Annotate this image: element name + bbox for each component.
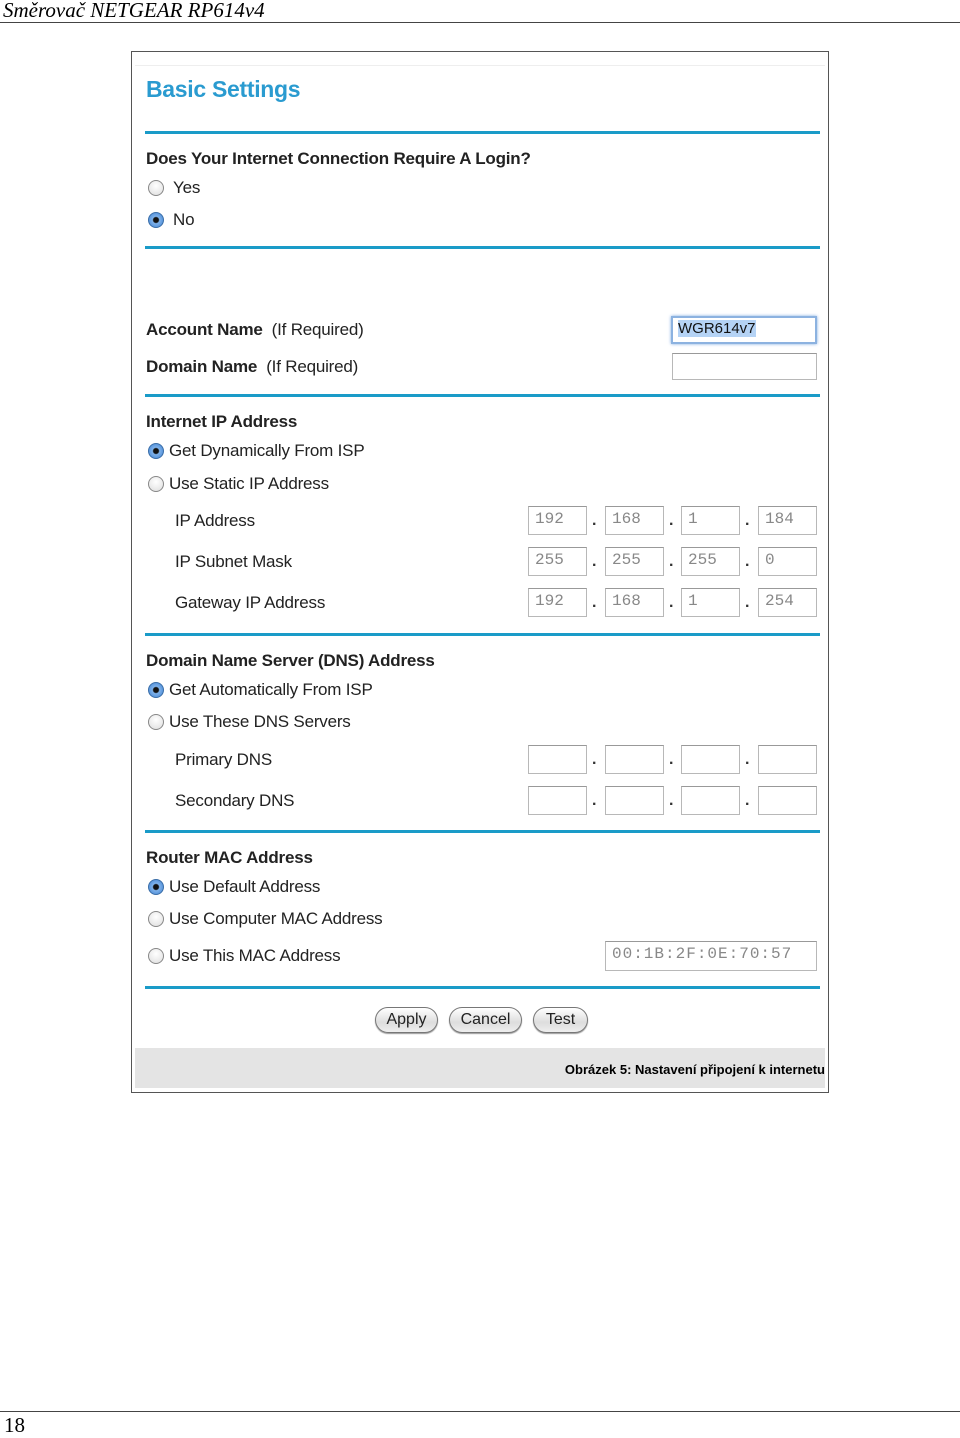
gateway-octet-input[interactable]: 254: [758, 588, 817, 617]
octet-separator: .: [745, 751, 750, 768]
gateway-label: Gateway IP Address: [175, 593, 326, 612]
mask-octet-input[interactable]: 255: [605, 547, 664, 576]
octet-separator: .: [592, 751, 597, 768]
dns-heading: Domain Name Server (DNS) Address: [146, 651, 435, 670]
mask-octet-input[interactable]: 0: [758, 547, 817, 576]
dns-manual-radio[interactable]: [148, 714, 164, 730]
octet-separator: .: [669, 792, 674, 809]
ip-address-label: IP Address: [175, 511, 255, 530]
section-divider: [145, 633, 820, 636]
mask-octet-input[interactable]: 255: [681, 547, 740, 576]
octet-separator: .: [745, 512, 750, 529]
octet-separator: .: [669, 751, 674, 768]
gateway-octet-input[interactable]: 192: [528, 588, 587, 617]
secondary-dns-octet-input[interactable]: [758, 786, 817, 815]
cancel-button[interactable]: Cancel: [449, 1007, 522, 1033]
gateway-octet-input[interactable]: 1: [681, 588, 740, 617]
ip-dynamic-radio[interactable]: [148, 443, 164, 459]
octet-separator: .: [669, 512, 674, 529]
section-divider: [145, 986, 820, 989]
dns-manual-label: Use These DNS Servers: [169, 712, 351, 731]
primary-dns-octet-input[interactable]: [605, 745, 664, 774]
domain-name-hint: (If Required): [266, 357, 359, 376]
document-header: Směrovač NETGEAR RP614v4: [3, 0, 265, 22]
top-strip: [135, 55, 825, 66]
section-divider: [145, 394, 820, 397]
secondary-dns-octet-input[interactable]: [681, 786, 740, 815]
octet-separator: .: [592, 512, 597, 529]
secondary-dns-octet-input[interactable]: [528, 786, 587, 815]
secondary-dns-label: Secondary DNS: [175, 791, 295, 810]
primary-dns-octet-input[interactable]: [528, 745, 587, 774]
octet-separator: .: [669, 594, 674, 611]
octet-separator: .: [745, 594, 750, 611]
mac-address-input[interactable]: 00:1B:2F:0E:70:57: [605, 941, 817, 971]
domain-name-text: Domain Name: [146, 357, 258, 376]
figure-caption: Obrázek 5: Nastavení připojení k interne…: [564, 1062, 825, 1077]
domain-name-input[interactable]: [672, 353, 817, 380]
dns-auto-radio[interactable]: [148, 682, 164, 698]
section-divider: [145, 830, 820, 833]
mask-octet-input[interactable]: 255: [528, 547, 587, 576]
account-name-input[interactable]: WGR614v7: [671, 316, 817, 344]
test-button[interactable]: Test: [533, 1007, 588, 1033]
apply-button[interactable]: Apply: [375, 1007, 438, 1033]
ip-dynamic-label: Get Dynamically From ISP: [169, 441, 365, 460]
octet-separator: .: [592, 553, 597, 570]
ip-static-label: Use Static IP Address: [169, 474, 329, 493]
ip-static-radio[interactable]: [148, 476, 164, 492]
octet-separator: .: [669, 553, 674, 570]
subnet-mask-label: IP Subnet Mask: [175, 552, 292, 571]
ip-octet-input[interactable]: 168: [605, 506, 664, 535]
mac-this-radio[interactable]: [148, 948, 164, 964]
mac-default-radio[interactable]: [148, 879, 164, 895]
account-name-value: WGR614v7: [678, 320, 756, 337]
section-divider: [145, 131, 820, 134]
secondary-dns-octet-input[interactable]: [605, 786, 664, 815]
section-divider: [145, 246, 820, 249]
mac-computer-label: Use Computer MAC Address: [169, 909, 383, 928]
login-question: Does Your Internet Connection Require A …: [146, 149, 531, 168]
octet-separator: .: [745, 553, 750, 570]
internet-ip-heading: Internet IP Address: [146, 412, 298, 431]
ip-octet-input[interactable]: 1: [681, 506, 740, 535]
primary-dns-label: Primary DNS: [175, 750, 272, 769]
login-yes-label: Yes: [173, 178, 201, 197]
mac-computer-radio[interactable]: [148, 911, 164, 927]
header-divider: [0, 22, 960, 23]
account-name-text: Account Name: [146, 320, 263, 339]
footer-divider: [0, 1411, 960, 1412]
domain-name-label: Domain Name (If Required): [146, 357, 358, 377]
login-no-radio[interactable]: [148, 212, 164, 228]
octet-separator: .: [592, 792, 597, 809]
gateway-octet-input[interactable]: 168: [605, 588, 664, 617]
ip-octet-input[interactable]: 184: [758, 506, 817, 535]
octet-separator: .: [592, 594, 597, 611]
page-title: Basic Settings: [146, 76, 301, 102]
ip-octet-input[interactable]: 192: [528, 506, 587, 535]
primary-dns-octet-input[interactable]: [681, 745, 740, 774]
login-no-label: No: [173, 210, 195, 229]
account-name-label: Account Name (If Required): [146, 320, 364, 340]
dns-auto-label: Get Automatically From ISP: [169, 680, 373, 699]
account-name-hint: (If Required): [271, 320, 364, 339]
login-yes-radio[interactable]: [148, 180, 164, 196]
page-number: 18: [4, 1413, 25, 1437]
primary-dns-octet-input[interactable]: [758, 745, 817, 774]
mac-this-label: Use This MAC Address: [169, 946, 341, 965]
mac-heading: Router MAC Address: [146, 848, 313, 867]
octet-separator: .: [745, 792, 750, 809]
mac-default-label: Use Default Address: [169, 877, 321, 896]
